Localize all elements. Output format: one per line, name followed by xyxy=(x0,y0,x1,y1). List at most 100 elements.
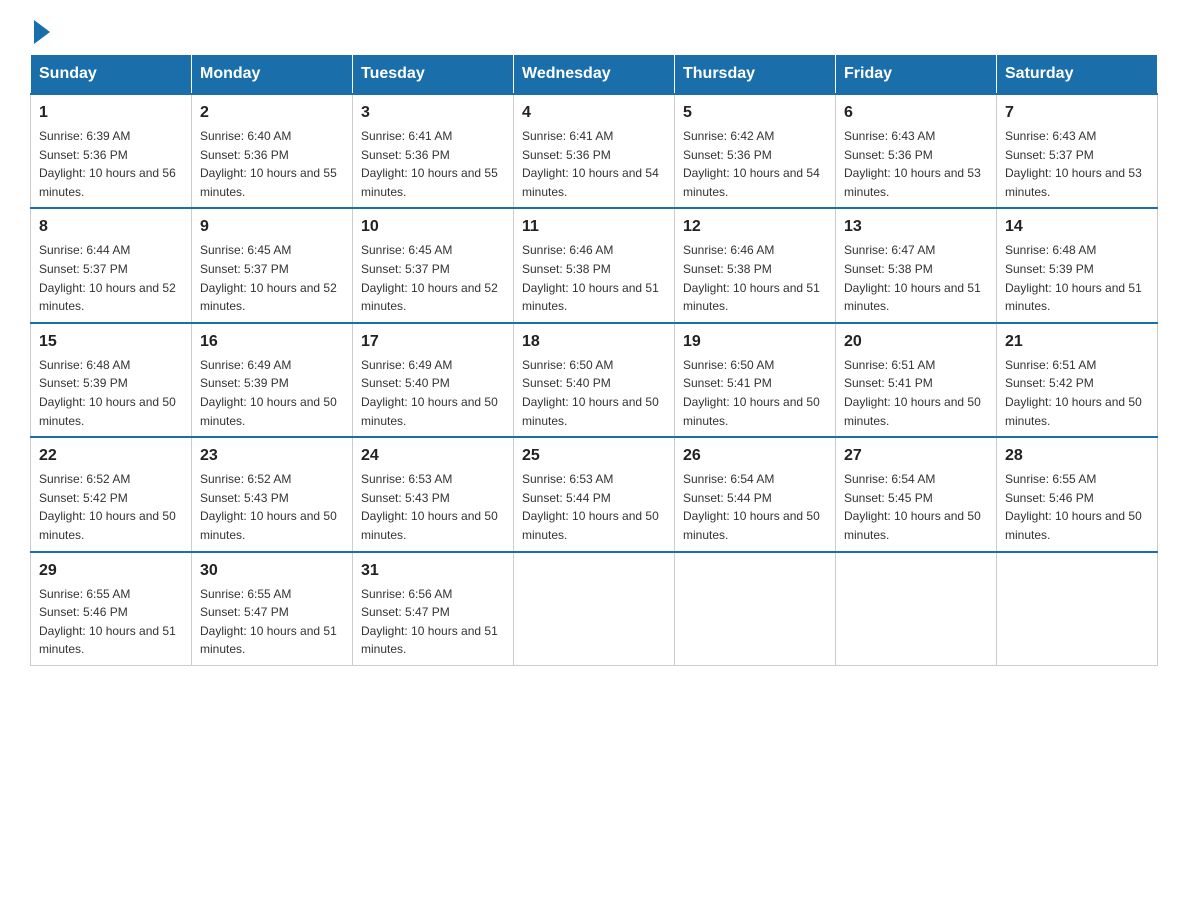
calendar-cell xyxy=(514,552,675,666)
calendar-cell: 4Sunrise: 6:41 AMSunset: 5:36 PMDaylight… xyxy=(514,94,675,208)
calendar-table: SundayMondayTuesdayWednesdayThursdayFrid… xyxy=(30,54,1158,666)
day-info: Sunrise: 6:44 AMSunset: 5:37 PMDaylight:… xyxy=(39,241,183,315)
calendar-week-row: 8Sunrise: 6:44 AMSunset: 5:37 PMDaylight… xyxy=(31,208,1158,322)
calendar-cell xyxy=(675,552,836,666)
day-number: 7 xyxy=(1005,101,1149,125)
day-info: Sunrise: 6:46 AMSunset: 5:38 PMDaylight:… xyxy=(522,241,666,315)
calendar-cell: 19Sunrise: 6:50 AMSunset: 5:41 PMDayligh… xyxy=(675,323,836,437)
calendar-cell: 9Sunrise: 6:45 AMSunset: 5:37 PMDaylight… xyxy=(192,208,353,322)
day-number: 10 xyxy=(361,215,505,239)
calendar-cell: 28Sunrise: 6:55 AMSunset: 5:46 PMDayligh… xyxy=(997,437,1158,551)
day-info: Sunrise: 6:50 AMSunset: 5:40 PMDaylight:… xyxy=(522,356,666,430)
day-info: Sunrise: 6:42 AMSunset: 5:36 PMDaylight:… xyxy=(683,127,827,201)
day-number: 20 xyxy=(844,330,988,354)
calendar-cell: 8Sunrise: 6:44 AMSunset: 5:37 PMDaylight… xyxy=(31,208,192,322)
calendar-cell: 24Sunrise: 6:53 AMSunset: 5:43 PMDayligh… xyxy=(353,437,514,551)
page-header xyxy=(30,20,1158,44)
day-number: 6 xyxy=(844,101,988,125)
day-number: 14 xyxy=(1005,215,1149,239)
calendar-cell: 22Sunrise: 6:52 AMSunset: 5:42 PMDayligh… xyxy=(31,437,192,551)
calendar-cell: 21Sunrise: 6:51 AMSunset: 5:42 PMDayligh… xyxy=(997,323,1158,437)
day-number: 3 xyxy=(361,101,505,125)
day-info: Sunrise: 6:55 AMSunset: 5:46 PMDaylight:… xyxy=(39,585,183,659)
day-number: 21 xyxy=(1005,330,1149,354)
day-number: 13 xyxy=(844,215,988,239)
day-info: Sunrise: 6:46 AMSunset: 5:38 PMDaylight:… xyxy=(683,241,827,315)
day-info: Sunrise: 6:51 AMSunset: 5:42 PMDaylight:… xyxy=(1005,356,1149,430)
calendar-cell: 14Sunrise: 6:48 AMSunset: 5:39 PMDayligh… xyxy=(997,208,1158,322)
calendar-cell: 5Sunrise: 6:42 AMSunset: 5:36 PMDaylight… xyxy=(675,94,836,208)
calendar-cell: 10Sunrise: 6:45 AMSunset: 5:37 PMDayligh… xyxy=(353,208,514,322)
calendar-week-row: 15Sunrise: 6:48 AMSunset: 5:39 PMDayligh… xyxy=(31,323,1158,437)
calendar-cell: 1Sunrise: 6:39 AMSunset: 5:36 PMDaylight… xyxy=(31,94,192,208)
day-info: Sunrise: 6:51 AMSunset: 5:41 PMDaylight:… xyxy=(844,356,988,430)
calendar-week-row: 29Sunrise: 6:55 AMSunset: 5:46 PMDayligh… xyxy=(31,552,1158,666)
calendar-cell: 11Sunrise: 6:46 AMSunset: 5:38 PMDayligh… xyxy=(514,208,675,322)
day-info: Sunrise: 6:43 AMSunset: 5:36 PMDaylight:… xyxy=(844,127,988,201)
day-info: Sunrise: 6:53 AMSunset: 5:43 PMDaylight:… xyxy=(361,470,505,544)
day-info: Sunrise: 6:53 AMSunset: 5:44 PMDaylight:… xyxy=(522,470,666,544)
day-number: 4 xyxy=(522,101,666,125)
day-info: Sunrise: 6:49 AMSunset: 5:39 PMDaylight:… xyxy=(200,356,344,430)
logo xyxy=(30,20,50,44)
calendar-cell: 25Sunrise: 6:53 AMSunset: 5:44 PMDayligh… xyxy=(514,437,675,551)
day-info: Sunrise: 6:52 AMSunset: 5:43 PMDaylight:… xyxy=(200,470,344,544)
day-info: Sunrise: 6:41 AMSunset: 5:36 PMDaylight:… xyxy=(361,127,505,201)
day-info: Sunrise: 6:41 AMSunset: 5:36 PMDaylight:… xyxy=(522,127,666,201)
calendar-cell: 17Sunrise: 6:49 AMSunset: 5:40 PMDayligh… xyxy=(353,323,514,437)
day-info: Sunrise: 6:55 AMSunset: 5:46 PMDaylight:… xyxy=(1005,470,1149,544)
day-info: Sunrise: 6:52 AMSunset: 5:42 PMDaylight:… xyxy=(39,470,183,544)
day-number: 30 xyxy=(200,559,344,583)
day-number: 2 xyxy=(200,101,344,125)
logo-arrow-icon xyxy=(34,20,50,44)
calendar-cell: 3Sunrise: 6:41 AMSunset: 5:36 PMDaylight… xyxy=(353,94,514,208)
calendar-cell: 7Sunrise: 6:43 AMSunset: 5:37 PMDaylight… xyxy=(997,94,1158,208)
calendar-header-friday: Friday xyxy=(836,55,997,95)
day-info: Sunrise: 6:55 AMSunset: 5:47 PMDaylight:… xyxy=(200,585,344,659)
day-number: 22 xyxy=(39,444,183,468)
calendar-header-row: SundayMondayTuesdayWednesdayThursdayFrid… xyxy=(31,55,1158,95)
day-info: Sunrise: 6:40 AMSunset: 5:36 PMDaylight:… xyxy=(200,127,344,201)
day-number: 12 xyxy=(683,215,827,239)
calendar-cell xyxy=(836,552,997,666)
day-number: 18 xyxy=(522,330,666,354)
day-number: 24 xyxy=(361,444,505,468)
day-info: Sunrise: 6:49 AMSunset: 5:40 PMDaylight:… xyxy=(361,356,505,430)
calendar-cell: 12Sunrise: 6:46 AMSunset: 5:38 PMDayligh… xyxy=(675,208,836,322)
calendar-header-thursday: Thursday xyxy=(675,55,836,95)
calendar-cell: 26Sunrise: 6:54 AMSunset: 5:44 PMDayligh… xyxy=(675,437,836,551)
day-info: Sunrise: 6:43 AMSunset: 5:37 PMDaylight:… xyxy=(1005,127,1149,201)
day-info: Sunrise: 6:56 AMSunset: 5:47 PMDaylight:… xyxy=(361,585,505,659)
day-info: Sunrise: 6:50 AMSunset: 5:41 PMDaylight:… xyxy=(683,356,827,430)
calendar-cell: 13Sunrise: 6:47 AMSunset: 5:38 PMDayligh… xyxy=(836,208,997,322)
calendar-cell xyxy=(997,552,1158,666)
calendar-header-saturday: Saturday xyxy=(997,55,1158,95)
day-info: Sunrise: 6:45 AMSunset: 5:37 PMDaylight:… xyxy=(361,241,505,315)
day-number: 15 xyxy=(39,330,183,354)
day-number: 29 xyxy=(39,559,183,583)
day-info: Sunrise: 6:48 AMSunset: 5:39 PMDaylight:… xyxy=(1005,241,1149,315)
calendar-header-monday: Monday xyxy=(192,55,353,95)
day-number: 11 xyxy=(522,215,666,239)
day-info: Sunrise: 6:48 AMSunset: 5:39 PMDaylight:… xyxy=(39,356,183,430)
day-number: 16 xyxy=(200,330,344,354)
calendar-cell: 31Sunrise: 6:56 AMSunset: 5:47 PMDayligh… xyxy=(353,552,514,666)
day-number: 23 xyxy=(200,444,344,468)
calendar-week-row: 1Sunrise: 6:39 AMSunset: 5:36 PMDaylight… xyxy=(31,94,1158,208)
calendar-cell: 6Sunrise: 6:43 AMSunset: 5:36 PMDaylight… xyxy=(836,94,997,208)
day-number: 1 xyxy=(39,101,183,125)
calendar-cell: 27Sunrise: 6:54 AMSunset: 5:45 PMDayligh… xyxy=(836,437,997,551)
calendar-cell: 2Sunrise: 6:40 AMSunset: 5:36 PMDaylight… xyxy=(192,94,353,208)
day-info: Sunrise: 6:54 AMSunset: 5:45 PMDaylight:… xyxy=(844,470,988,544)
calendar-cell: 18Sunrise: 6:50 AMSunset: 5:40 PMDayligh… xyxy=(514,323,675,437)
day-info: Sunrise: 6:39 AMSunset: 5:36 PMDaylight:… xyxy=(39,127,183,201)
calendar-cell: 30Sunrise: 6:55 AMSunset: 5:47 PMDayligh… xyxy=(192,552,353,666)
day-number: 25 xyxy=(522,444,666,468)
day-number: 27 xyxy=(844,444,988,468)
day-info: Sunrise: 6:54 AMSunset: 5:44 PMDaylight:… xyxy=(683,470,827,544)
day-info: Sunrise: 6:47 AMSunset: 5:38 PMDaylight:… xyxy=(844,241,988,315)
calendar-header-sunday: Sunday xyxy=(31,55,192,95)
day-number: 31 xyxy=(361,559,505,583)
day-number: 28 xyxy=(1005,444,1149,468)
day-number: 8 xyxy=(39,215,183,239)
